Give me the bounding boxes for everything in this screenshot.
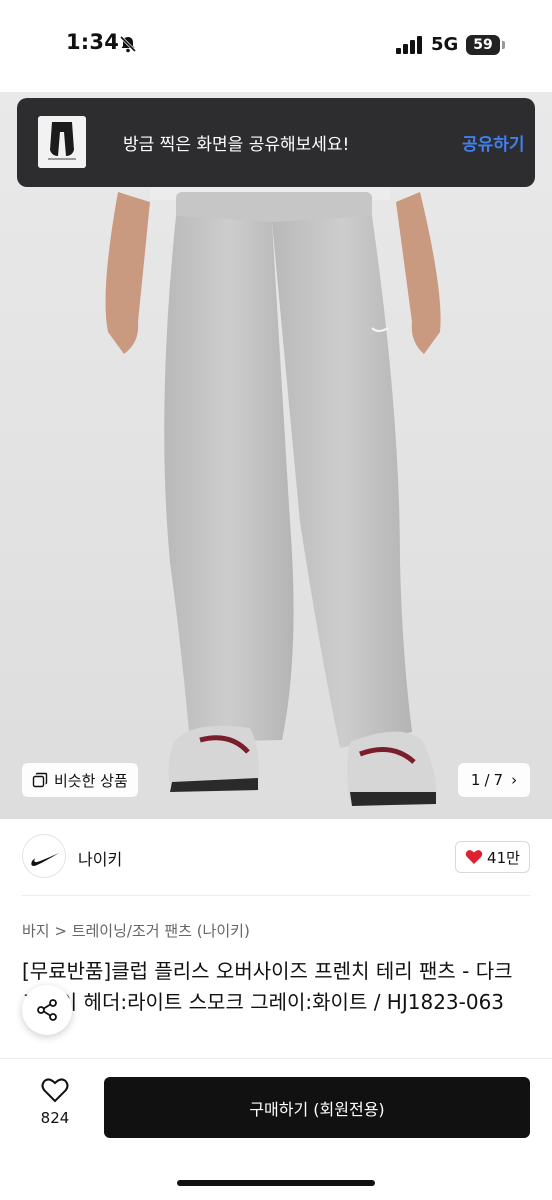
brand-like-button[interactable]: 41만 bbox=[455, 841, 530, 873]
sweatpants-photo bbox=[105, 180, 441, 806]
battery-nub bbox=[502, 41, 505, 49]
divider bbox=[22, 895, 530, 896]
product-title: [무료반품]클럽 플리스 오버사이즈 프렌치 테리 팬츠 - 다크 그레이 헤더… bbox=[22, 959, 513, 1014]
image-counter-separator: / bbox=[484, 771, 490, 789]
home-indicator bbox=[177, 1180, 375, 1186]
chevron-right-icon: › bbox=[511, 771, 518, 789]
status-bar: 1:34 5G 59 bbox=[0, 0, 552, 92]
image-counter-current: 1 bbox=[470, 771, 481, 789]
brand-row[interactable]: 나이키 41만 bbox=[0, 819, 552, 899]
product-image[interactable] bbox=[0, 92, 552, 819]
heart-icon bbox=[465, 850, 483, 864]
wish-button[interactable]: 824 bbox=[28, 1077, 82, 1135]
copy-icon bbox=[32, 772, 48, 788]
brand-name[interactable]: 나이키 bbox=[78, 846, 122, 870]
similar-products-button[interactable]: 비슷한 상품 bbox=[22, 763, 138, 797]
network-label: 5G bbox=[431, 34, 459, 55]
brand-logo[interactable] bbox=[22, 834, 66, 878]
share-icon bbox=[37, 999, 57, 1021]
battery-indicator: 59 bbox=[466, 35, 500, 55]
share-button[interactable] bbox=[22, 985, 72, 1035]
status-time: 1:34 bbox=[66, 30, 120, 54]
heart-outline-icon bbox=[41, 1078, 69, 1103]
share-toast: 방금 찍은 화면을 공유해보세요! 공유하기 bbox=[17, 98, 535, 187]
buy-button[interactable]: 구매하기 (회원전용) bbox=[104, 1077, 530, 1138]
wish-count: 824 bbox=[40, 1109, 70, 1127]
brand-like-count: 41만 bbox=[487, 848, 520, 867]
toast-message: 방금 찍은 화면을 공유해보세요! bbox=[123, 135, 350, 155]
bell-slash-icon bbox=[119, 35, 137, 53]
screenshot-thumbnail[interactable] bbox=[38, 116, 86, 168]
breadcrumb[interactable]: 바지 > 트레이닝/조거 팬츠 (나이키) bbox=[22, 920, 250, 941]
signal-icon bbox=[396, 36, 422, 54]
bottom-bar: 824 구매하기 (회원전용) bbox=[0, 1058, 552, 1200]
image-counter[interactable]: 1 / 7 › bbox=[458, 763, 530, 797]
image-counter-total: 7 bbox=[493, 771, 504, 789]
toast-share-button[interactable]: 공유하기 bbox=[462, 130, 525, 155]
nike-swoosh-icon bbox=[31, 853, 59, 866]
similar-products-label: 비슷한 상품 bbox=[54, 771, 128, 790]
